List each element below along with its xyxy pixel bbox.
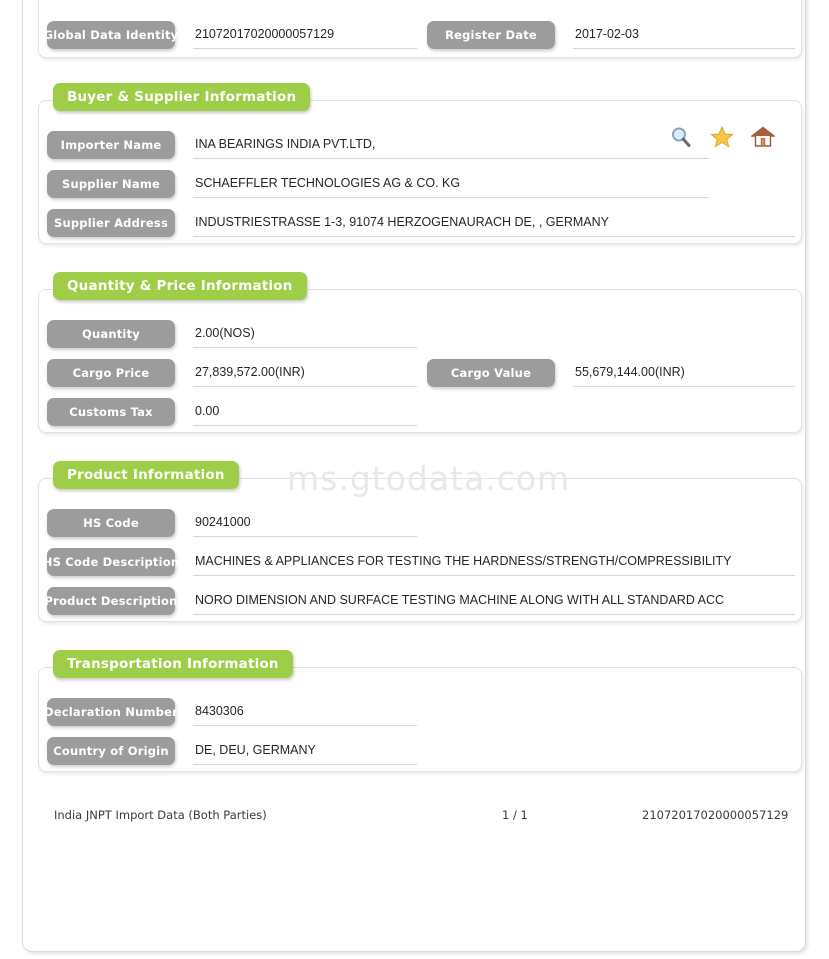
label-global-data-identity: Global Data Identity xyxy=(44,21,178,49)
footer-record-id: 21072017020000057129 xyxy=(642,808,789,822)
section-title-transportation: Transportation Information xyxy=(53,650,293,678)
value-product-description[interactable]: NORO DIMENSION AND SURFACE TESTING MACHI… xyxy=(193,587,795,615)
label-cargo-price: Cargo Price xyxy=(47,359,175,387)
buyer-supplier-card: Buyer & Supplier Information Importer Na… xyxy=(38,83,802,244)
label-declaration-number: Declaration Number xyxy=(44,698,178,726)
label-customs-tax: Customs Tax xyxy=(47,398,175,426)
footer-source: India JNPT Import Data (Both Parties) xyxy=(54,808,267,822)
value-global-data-identity[interactable]: 21072017020000057129 xyxy=(193,21,417,49)
value-customs-tax[interactable]: 0.00 xyxy=(193,398,417,426)
value-importer-name[interactable]: INA BEARINGS INDIA PVT.LTD, xyxy=(193,131,709,159)
transportation-card: Transportation Information Declaration N… xyxy=(38,650,802,772)
value-hs-code[interactable]: 90241000 xyxy=(193,509,417,537)
value-country-of-origin[interactable]: DE, DEU, GERMANY xyxy=(193,737,417,765)
quantity-price-card: Quantity & Price Information Quantity 2.… xyxy=(38,272,802,433)
section-title-buyer-supplier: Buyer & Supplier Information xyxy=(53,83,311,111)
value-register-date[interactable]: 2017-02-03 xyxy=(573,21,795,49)
identity-card: Global Data Identity 2107201702000005712… xyxy=(38,0,802,58)
value-quantity[interactable]: 2.00(NOS) xyxy=(193,320,417,348)
document-content: ms.gtodata.com Global Data Identity 2107… xyxy=(0,0,829,959)
value-supplier-address[interactable]: INDUSTRIESTRASSE 1-3, 91074 HERZOGENAURA… xyxy=(193,209,795,237)
value-cargo-price[interactable]: 27,839,572.00(INR) xyxy=(193,359,417,387)
label-importer-name: Importer Name xyxy=(47,131,175,159)
value-hs-code-description[interactable]: MACHINES & APPLIANCES FOR TESTING THE HA… xyxy=(193,548,795,576)
label-quantity: Quantity xyxy=(47,320,175,348)
footer-page: 1 / 1 xyxy=(502,808,528,822)
value-declaration-number[interactable]: 8430306 xyxy=(193,698,417,726)
label-product-description: Product Description xyxy=(45,587,177,615)
label-register-date: Register Date xyxy=(427,21,555,49)
document-footer: India JNPT Import Data (Both Parties) 1 … xyxy=(38,808,802,830)
label-hs-code: HS Code xyxy=(47,509,175,537)
label-supplier-name: Supplier Name xyxy=(47,170,175,198)
value-supplier-name[interactable]: SCHAEFFLER TECHNOLOGIES AG & CO. KG xyxy=(193,170,709,198)
label-cargo-value: Cargo Value xyxy=(427,359,555,387)
label-country-of-origin: Country of Origin xyxy=(47,737,175,765)
value-cargo-value[interactable]: 55,679,144.00(INR) xyxy=(573,359,795,387)
section-title-product: Product Information xyxy=(53,461,239,489)
search-icon[interactable] xyxy=(669,125,693,149)
label-supplier-address: Supplier Address xyxy=(47,209,175,237)
record-actions xyxy=(669,125,777,149)
label-hs-code-description: HS Code Description xyxy=(43,548,179,576)
home-icon[interactable] xyxy=(749,125,777,149)
section-title-quantity-price: Quantity & Price Information xyxy=(53,272,307,300)
product-card: Product Information HS Code 90241000 HS … xyxy=(38,461,802,622)
favorite-icon[interactable] xyxy=(710,125,734,149)
